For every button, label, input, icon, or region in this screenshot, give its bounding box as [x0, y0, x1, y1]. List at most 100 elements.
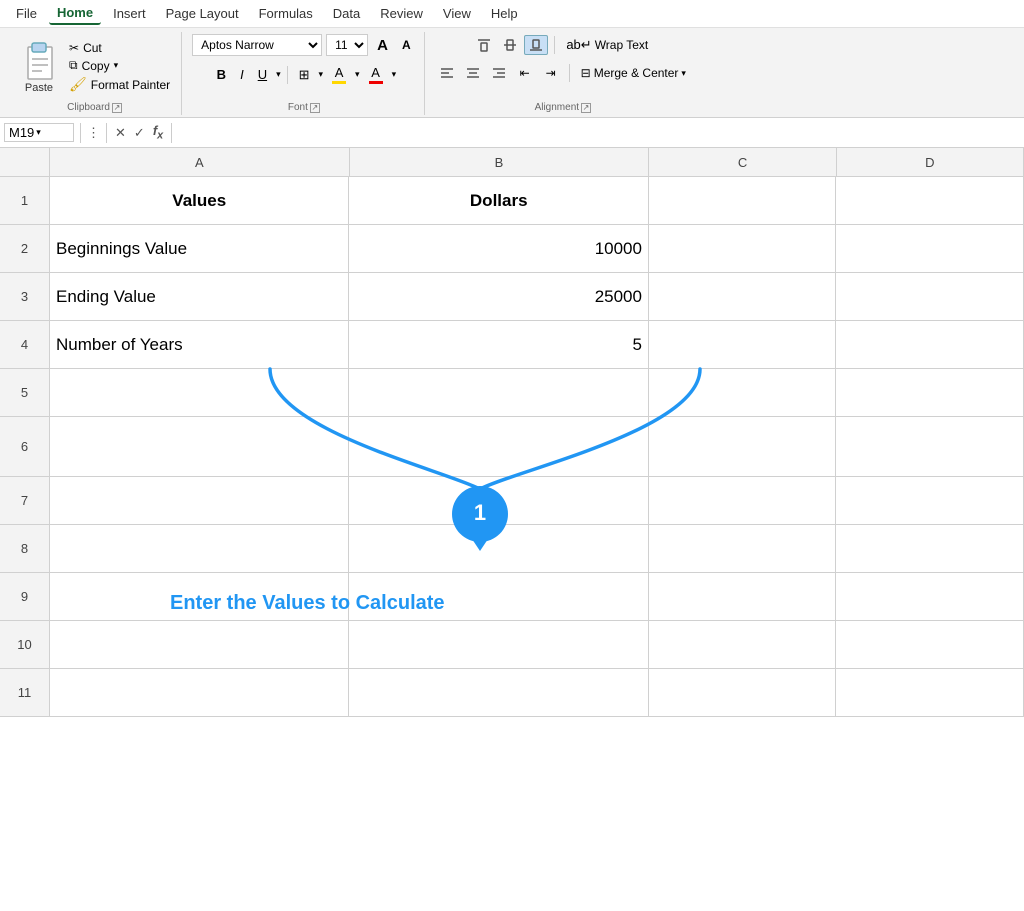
italic-button[interactable]: I — [235, 65, 249, 84]
cell-C10[interactable] — [649, 621, 837, 668]
cell-B10[interactable] — [349, 621, 648, 668]
font-color-dropdown[interactable]: ▾ — [392, 69, 397, 80]
cell-C3[interactable] — [649, 273, 837, 320]
cell-B1[interactable]: Dollars — [349, 177, 648, 224]
row-num-3[interactable]: 3 — [0, 273, 50, 321]
cell-A7[interactable] — [50, 477, 349, 524]
cell-A5[interactable] — [50, 369, 349, 416]
cell-D5[interactable] — [836, 369, 1024, 416]
cell-ref-dropdown[interactable]: ▾ — [36, 127, 41, 138]
row-num-7[interactable]: 7 — [0, 477, 50, 525]
font-shrink-button[interactable]: A — [397, 36, 416, 54]
cell-C1[interactable] — [649, 177, 837, 224]
cell-D6[interactable] — [836, 417, 1024, 476]
cell-B7[interactable] — [349, 477, 648, 524]
borders-dropdown[interactable]: ▾ — [319, 69, 324, 80]
cell-C4[interactable] — [649, 321, 837, 368]
cell-B6[interactable] — [349, 417, 648, 476]
bold-button[interactable]: B — [212, 65, 231, 84]
row-num-6[interactable]: 6 — [0, 417, 50, 477]
align-right-button[interactable] — [487, 63, 511, 83]
menu-formulas[interactable]: Formulas — [251, 3, 321, 24]
underline-button[interactable]: U — [253, 65, 272, 84]
formula-menu-icon[interactable]: ⋮ — [87, 125, 100, 141]
cell-D9[interactable] — [836, 573, 1024, 620]
formula-input[interactable] — [178, 125, 1020, 140]
cell-D2[interactable] — [836, 225, 1024, 272]
cell-B3[interactable]: 25000 — [349, 273, 648, 320]
cancel-formula-icon[interactable]: ✕ — [113, 125, 128, 141]
cell-B4[interactable]: 5 — [349, 321, 648, 368]
cell-C5[interactable] — [649, 369, 837, 416]
menu-page-layout[interactable]: Page Layout — [158, 3, 247, 24]
font-name-select[interactable]: Aptos Narrow — [192, 34, 322, 56]
row-num-8[interactable]: 8 — [0, 525, 50, 573]
cell-C2[interactable] — [649, 225, 837, 272]
align-middle-button[interactable] — [498, 35, 522, 55]
cell-B9[interactable] — [349, 573, 648, 620]
cell-B5[interactable] — [349, 369, 648, 416]
font-expand-icon[interactable]: ↗ — [310, 103, 320, 113]
cell-D1[interactable] — [836, 177, 1024, 224]
cell-C8[interactable] — [649, 525, 837, 572]
cell-D8[interactable] — [836, 525, 1024, 572]
decrease-indent-button[interactable]: ⇤ — [513, 63, 537, 83]
row-num-10[interactable]: 10 — [0, 621, 50, 669]
menu-review[interactable]: Review — [372, 3, 431, 24]
col-header-D[interactable]: D — [837, 148, 1024, 176]
col-header-B[interactable]: B — [350, 148, 650, 176]
row-num-11[interactable]: 11 — [0, 669, 50, 717]
cell-C9[interactable] — [649, 573, 837, 620]
cell-D10[interactable] — [836, 621, 1024, 668]
menu-view[interactable]: View — [435, 3, 479, 24]
copy-button[interactable]: ⧉ Copy ▾ — [66, 57, 173, 74]
cell-C11[interactable] — [649, 669, 837, 716]
cell-A6[interactable] — [50, 417, 349, 476]
cell-A9[interactable] — [50, 573, 349, 620]
fill-color-button[interactable]: A — [327, 63, 351, 86]
underline-dropdown[interactable]: ▾ — [276, 69, 281, 80]
menu-insert[interactable]: Insert — [105, 3, 154, 24]
cut-button[interactable]: ✂ Cut — [66, 40, 173, 56]
font-grow-button[interactable]: A — [372, 35, 393, 56]
cell-A1[interactable]: Values — [50, 177, 349, 224]
borders-button[interactable]: ⊞ — [294, 65, 315, 85]
col-header-C[interactable]: C — [649, 148, 836, 176]
cell-A4[interactable]: Number of Years — [50, 321, 349, 368]
confirm-formula-icon[interactable]: ✓ — [132, 125, 147, 141]
menu-file[interactable]: File — [8, 3, 45, 24]
align-center-button[interactable] — [461, 63, 485, 83]
row-num-9[interactable]: 9 — [0, 573, 50, 621]
increase-indent-button[interactable]: ⇥ — [539, 63, 563, 83]
row-num-4[interactable]: 4 — [0, 321, 50, 369]
cell-A8[interactable] — [50, 525, 349, 572]
cell-D4[interactable] — [836, 321, 1024, 368]
cell-A11[interactable] — [50, 669, 349, 716]
cell-C7[interactable] — [649, 477, 837, 524]
font-color-button[interactable]: A — [364, 63, 388, 86]
col-header-A[interactable]: A — [50, 148, 350, 176]
row-num-1[interactable]: 1 — [0, 177, 50, 225]
row-num-5[interactable]: 5 — [0, 369, 50, 417]
cell-B2[interactable]: 10000 — [349, 225, 648, 272]
cell-D3[interactable] — [836, 273, 1024, 320]
cell-A10[interactable] — [50, 621, 349, 668]
row-num-2[interactable]: 2 — [0, 225, 50, 273]
menu-data[interactable]: Data — [325, 3, 368, 24]
cell-B8[interactable] — [349, 525, 648, 572]
menu-home[interactable]: Home — [49, 2, 101, 25]
align-left-button[interactable] — [435, 63, 459, 83]
alignment-expand-icon[interactable]: ↗ — [581, 103, 591, 113]
cell-A3[interactable]: Ending Value — [50, 273, 349, 320]
menu-help[interactable]: Help — [483, 3, 526, 24]
insert-function-icon[interactable]: fx — [151, 123, 165, 142]
format-painter-button[interactable]: 🖌 Format Painter — [66, 75, 173, 94]
align-top-button[interactable] — [472, 35, 496, 55]
cell-C6[interactable] — [649, 417, 837, 476]
cell-D11[interactable] — [836, 669, 1024, 716]
cell-B11[interactable] — [349, 669, 648, 716]
cell-D7[interactable] — [836, 477, 1024, 524]
align-bottom-button[interactable] — [524, 35, 548, 55]
merge-center-button[interactable]: ⊟ Merge & Center ▾ — [576, 63, 691, 83]
font-size-select[interactable]: 11 — [326, 34, 368, 56]
